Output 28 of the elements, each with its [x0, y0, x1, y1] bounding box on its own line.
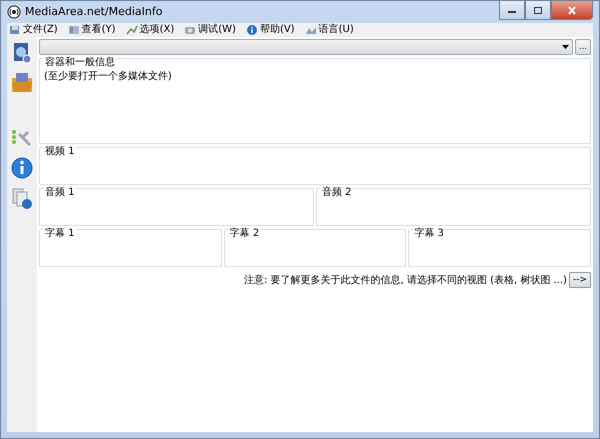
group-title: 音频 1: [44, 187, 76, 199]
minimize-button[interactable]: [499, 1, 525, 20]
group-title: 视频 1: [44, 146, 76, 158]
info-icon[interactable]: [9, 155, 35, 181]
group-title: 字幕 2: [228, 228, 260, 240]
group-title: 容器和一般信息: [44, 57, 116, 69]
maximize-button[interactable]: [525, 1, 551, 20]
browse-button[interactable]: ...: [575, 39, 591, 55]
next-view-button[interactable]: -->: [568, 272, 591, 288]
note-text: 注意: 要了解更多关于此文件的信息, 请选择不同的视图 (表格, 树状图 ...): [244, 274, 567, 288]
window-title: MediaArea.net/MediaInfo: [25, 4, 162, 20]
group-title: 字幕 1: [44, 228, 76, 240]
close-icon: [567, 6, 577, 14]
menu-item[interactable]: 选项(X): [126, 24, 174, 36]
menu-item[interactable]: 语言(U): [304, 24, 354, 36]
group-text: (至少要打开一个多媒体文件): [44, 71, 173, 83]
menu-item[interactable]: 文件(Z): [9, 24, 58, 36]
window-icon: [68, 24, 80, 36]
menu-item[interactable]: 调试(W): [184, 24, 236, 36]
maximize-icon: [533, 6, 543, 14]
info-icon: [246, 24, 258, 36]
group-title: 字幕 3: [413, 228, 445, 240]
dropdown-arrow-icon: [562, 45, 569, 49]
group-title: 音频 2: [321, 187, 353, 199]
close-button[interactable]: [551, 1, 593, 20]
app-icon: [7, 5, 21, 19]
menu-item[interactable]: 查看(Y): [68, 24, 116, 36]
menu-item[interactable]: 帮助(V): [246, 24, 295, 36]
